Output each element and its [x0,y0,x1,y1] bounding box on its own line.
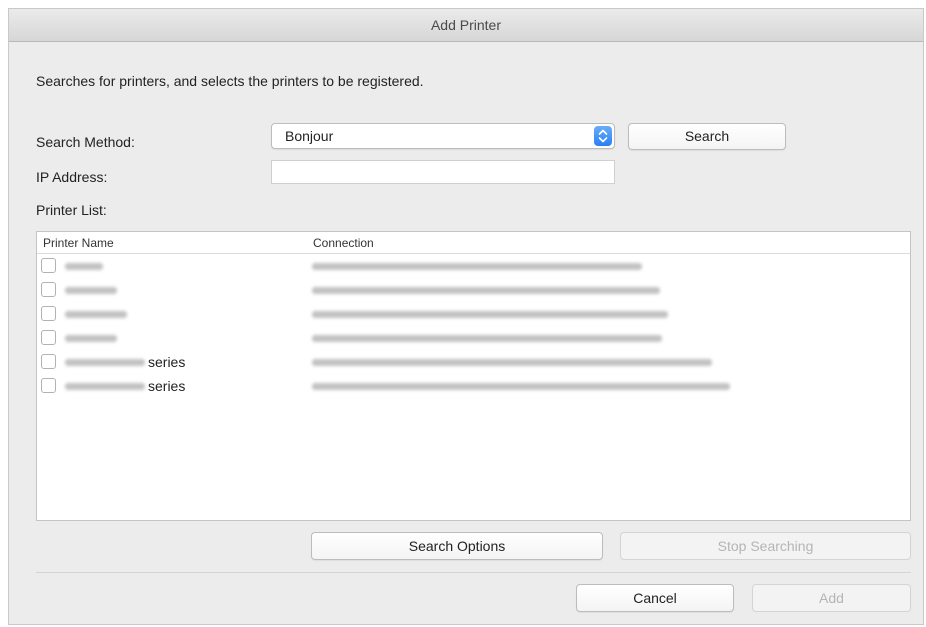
popup-stepper-icon [594,126,612,146]
row-checkbox[interactable] [41,282,56,297]
connection-redacted [312,287,660,294]
column-header-printer-name[interactable]: Printer Name [43,236,114,250]
search-method-value: Bonjour [285,128,334,144]
ip-address-field[interactable] [271,160,615,184]
printer-list-label: Printer List: [36,202,107,218]
add-printer-dialog: Add Printer Searches for printers, and s… [8,8,924,625]
table-header: Printer Name Connection [37,232,910,254]
description-text: Searches for printers, and selects the p… [36,73,424,89]
printer-list-table: Printer Name Connection series series [36,231,911,521]
printer-name-redacted [65,359,145,366]
column-header-connection[interactable]: Connection [313,236,374,250]
printer-name-redacted [65,335,117,342]
add-button[interactable]: Add [752,584,911,612]
divider [36,572,911,573]
table-row[interactable] [37,278,910,302]
stop-searching-button[interactable]: Stop Searching [620,532,911,560]
search-method-select[interactable]: Bonjour [271,123,615,149]
ip-address-label: IP Address: [36,169,108,185]
printer-name-redacted [65,287,117,294]
window-title: Add Printer [9,9,923,42]
cancel-button[interactable]: Cancel [576,584,734,612]
connection-redacted [312,359,712,366]
row-checkbox[interactable] [41,258,56,273]
row-checkbox[interactable] [41,378,56,393]
search-options-button[interactable]: Search Options [311,532,603,560]
table-row[interactable] [37,326,910,350]
search-method-label: Search Method: [36,134,135,150]
connection-redacted [312,263,642,270]
connection-redacted [312,383,730,390]
printer-name-redacted [65,383,145,390]
table-row[interactable]: series [37,350,910,374]
search-button[interactable]: Search [628,123,786,150]
row-checkbox[interactable] [41,354,56,369]
printer-name-redacted [65,311,127,318]
table-row[interactable] [37,302,910,326]
printer-name-redacted [65,263,103,270]
table-row[interactable]: series [37,374,910,398]
connection-redacted [312,311,668,318]
printer-name-suffix: series [148,378,186,394]
printer-name-suffix: series [148,354,186,370]
row-checkbox[interactable] [41,330,56,345]
row-checkbox[interactable] [41,306,56,321]
connection-redacted [312,335,662,342]
table-row[interactable] [37,254,910,278]
